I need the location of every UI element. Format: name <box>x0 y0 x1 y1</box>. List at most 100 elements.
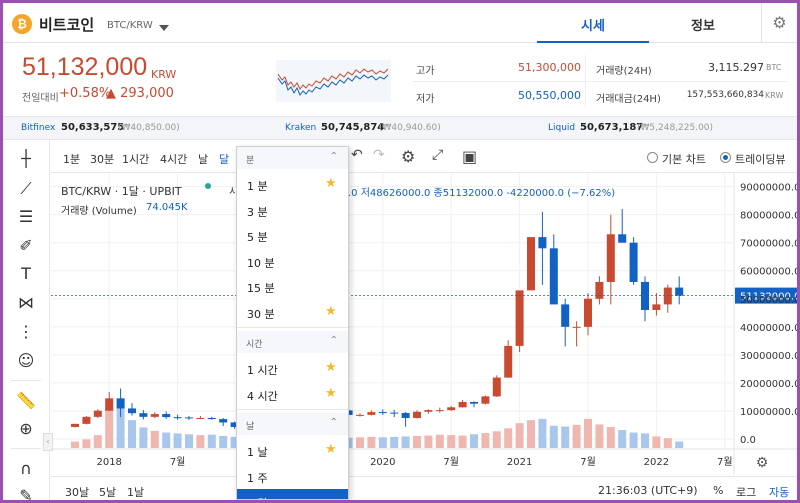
dropdown-item[interactable]: 1 시간 ★ <box>237 356 348 381</box>
dropdown-item-label: 10 분 <box>247 256 275 270</box>
exchange-diff: (₩40,940.60) <box>379 123 441 133</box>
candle-body <box>527 237 535 291</box>
favorite-star-icon[interactable]: ★ <box>325 176 337 191</box>
dropdown-item[interactable]: 1 달 <box>237 489 348 499</box>
dropdown-item-label: 3 분 <box>247 205 268 219</box>
volume-bar <box>618 430 627 448</box>
interval-1hour[interactable]: 1시간 <box>122 151 149 167</box>
coin-name[interactable]: 비트코인 <box>39 14 94 35</box>
volume-bar <box>458 435 467 448</box>
dropdown-item[interactable]: 1 주 <box>237 464 348 489</box>
volume-bar <box>435 434 444 448</box>
favorite-star-icon[interactable]: ★ <box>325 304 337 319</box>
volume-bar <box>663 438 672 448</box>
horizontal-lines-icon[interactable]: ☰ <box>15 206 37 228</box>
chart-settings-gear-icon[interactable]: ⚙ <box>401 147 415 166</box>
axis-settings-gear-icon[interactable]: ⚙ <box>756 455 769 471</box>
dropdown-item[interactable]: 3 분 <box>237 198 348 223</box>
chevron-up-icon: ⌃ <box>329 335 338 346</box>
dropdown-section-header[interactable]: 날 ⌃ <box>237 413 348 435</box>
redo-icon[interactable]: ↷ <box>373 147 385 163</box>
dropdown-item[interactable]: 5 분 <box>237 223 348 248</box>
range-30d[interactable]: 30날 <box>65 484 89 500</box>
percent-toggle[interactable]: % <box>713 484 723 497</box>
prediction-icon[interactable]: ⋮ <box>15 321 37 343</box>
dropdown-item-label: 1 날 <box>247 446 268 459</box>
volume-bar <box>584 418 592 448</box>
volume-bar <box>401 436 410 448</box>
settings-gear-icon[interactable]: ⚙ <box>761 3 797 43</box>
dropdown-item[interactable]: 4 시간 ★ <box>237 382 348 407</box>
app-frame: ₿ 비트코인 BTC/KRW 시세 정보 ⚙ 51,132,000 KRW 전일… <box>3 3 797 500</box>
clock-time[interactable]: 21:36:03 (UTC+9) <box>598 484 698 497</box>
camera-icon[interactable]: ▣ <box>462 147 477 166</box>
volume-bar <box>675 441 684 448</box>
candle-body <box>447 407 456 411</box>
tab-info[interactable]: 정보 <box>691 15 715 34</box>
undo-icon[interactable]: ↶ <box>351 147 363 163</box>
candle-body <box>618 234 627 243</box>
y-tick-label: 20000000.0 <box>740 379 797 390</box>
interval-1min[interactable]: 1분 <box>63 151 80 167</box>
brush-icon[interactable]: ✐ <box>15 235 37 257</box>
interval-30min[interactable]: 30분 <box>90 151 114 167</box>
toolbar-divider <box>11 380 41 381</box>
tab-quote[interactable]: 시세 <box>581 15 605 34</box>
toolbar-divider <box>11 448 41 449</box>
pencil-lock-icon[interactable]: ✎ <box>15 485 37 500</box>
candle-body <box>356 414 364 416</box>
high-value: 51,300,000 <box>518 61 581 74</box>
volume-24h-unit: BTC <box>766 63 782 72</box>
volume-bar <box>139 427 148 448</box>
interval-4hour[interactable]: 4시간 <box>160 151 187 167</box>
pattern-icon[interactable]: ⋈ <box>15 292 37 314</box>
ruler-icon[interactable]: 📏 <box>15 390 37 412</box>
magnet-icon[interactable]: ∩ <box>15 458 37 480</box>
dropdown-item[interactable]: 1 분 ★ <box>237 172 348 197</box>
volume-bar <box>173 433 182 448</box>
emoji-icon[interactable]: ☺ <box>15 350 37 372</box>
volume-bar <box>196 435 205 448</box>
volume-24h-value: 3,115.297 <box>708 61 764 74</box>
chart-bottom-bar: 30날 5날 1날 21:36:03 (UTC+9) % 로그 자동 <box>51 476 797 500</box>
crosshair-icon[interactable]: ┼ <box>15 148 37 170</box>
candle-body <box>82 416 91 424</box>
candle-body <box>538 237 547 249</box>
candle-body <box>139 413 148 417</box>
y-tick-label: 80000000.0 <box>740 211 797 222</box>
log-toggle[interactable]: 로그 <box>736 484 756 500</box>
interval-month[interactable]: 달 <box>219 151 229 167</box>
volume-bar <box>629 432 638 448</box>
dropdown-section-header[interactable]: 시간 ⌃ <box>237 331 348 353</box>
low-value: 50,550,000 <box>518 89 581 102</box>
volume-bar <box>82 439 91 448</box>
basic-chart-radio[interactable] <box>647 152 658 163</box>
trend-line-icon[interactable]: ⟋ <box>15 178 37 200</box>
candle-body <box>606 234 615 282</box>
candlestick-chart[interactable]: 51132000.00.010000000.020000000.03000000… <box>51 174 797 476</box>
zoom-in-icon[interactable]: ⊕ <box>15 418 37 440</box>
volume-bar <box>413 436 421 448</box>
favorite-star-icon[interactable]: ★ <box>325 360 337 375</box>
candle-body <box>390 412 399 414</box>
tradingview-radio[interactable] <box>720 152 731 163</box>
text-icon[interactable]: T <box>15 263 37 285</box>
dropdown-item[interactable]: 1 날 ★ <box>237 438 348 463</box>
range-1d[interactable]: 1날 <box>127 484 144 500</box>
stats-divider-horizontal <box>412 81 787 82</box>
fullscreen-icon[interactable]: ⤢ <box>432 147 443 163</box>
coin-select-chevron-icon[interactable] <box>159 25 169 31</box>
dropdown-section-header[interactable]: 분 ⌃ <box>237 147 348 169</box>
range-5d[interactable]: 5날 <box>99 484 116 500</box>
auto-toggle[interactable]: 자동 <box>769 484 789 500</box>
dropdown-item-label: 5 분 <box>247 231 268 244</box>
interval-day[interactable]: 날 <box>198 151 208 167</box>
dropdown-item[interactable]: 30 분 ★ <box>237 300 348 325</box>
dropdown-item[interactable]: 10 분 <box>237 249 348 274</box>
favorite-star-icon[interactable]: ★ <box>325 386 337 401</box>
dropdown-item[interactable]: 15 분 <box>237 274 348 299</box>
favorite-star-icon[interactable]: ★ <box>325 442 337 457</box>
candle-body <box>492 377 501 397</box>
volume-bar <box>652 436 661 448</box>
y-tick-label: 40000000.0 <box>740 323 797 334</box>
